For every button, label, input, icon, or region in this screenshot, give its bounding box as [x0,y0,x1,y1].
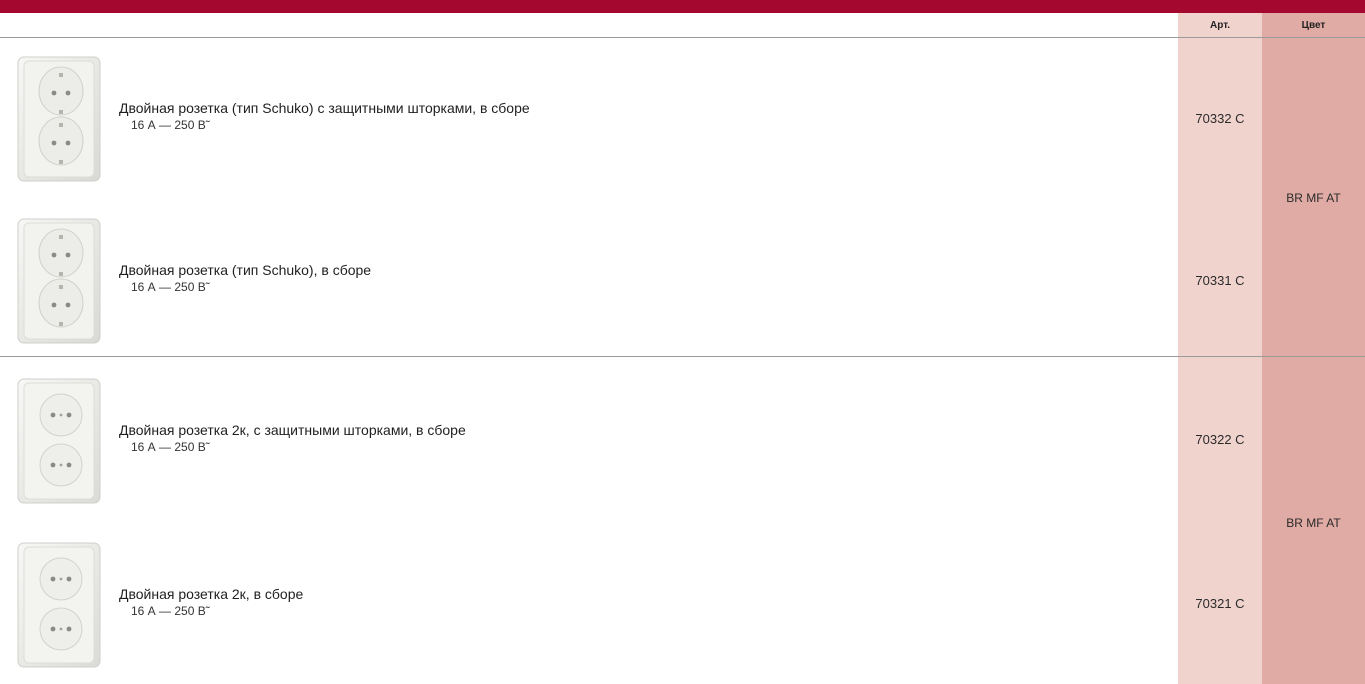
product-description: Двойная розетка (тип Schuko), в сборе [119,262,372,278]
product-description: Двойная розетка (тип Schuko) с защитными… [119,100,530,116]
color-column-band [1262,13,1365,684]
article-column-header: Арт. [1210,19,1230,31]
product-rating: 16 А — 250 В˜ [131,280,210,294]
product-row: Двойная розетка (тип Schuko) с защитными… [0,45,1178,195]
double-socket-2p-icon [16,541,102,669]
product-description: Двойная розетка 2к, с защитными шторками… [119,422,466,438]
product-rating: 16 А — 250 В˜ [131,440,210,454]
product-row: Двойная розетка 2к, в сборе 16 А — 250 В… [0,531,1178,681]
article-number: 70331 C [1195,273,1245,288]
header-divider [0,37,1365,38]
article-number: 70321 C [1195,596,1245,611]
color-column-header: Цвет [1301,19,1326,31]
color-code: BR MF AT [1286,516,1341,530]
schuko-double-socket-icon [16,55,102,183]
product-row: Двойная розетка (тип Schuko), в сборе 16… [0,207,1178,357]
double-socket-2p-icon [16,377,102,505]
product-row: Двойная розетка 2к, с защитными шторками… [0,367,1178,517]
article-number: 70332 C [1195,111,1245,126]
article-number: 70322 C [1195,432,1245,447]
schuko-double-socket-icon [16,217,102,345]
brand-header-bar [0,0,1365,13]
product-rating: 16 А — 250 В˜ [131,118,210,132]
product-description: Двойная розетка 2к, в сборе [119,586,304,602]
product-rating: 16 А — 250 В˜ [131,604,210,618]
color-code: BR MF AT [1286,191,1341,205]
